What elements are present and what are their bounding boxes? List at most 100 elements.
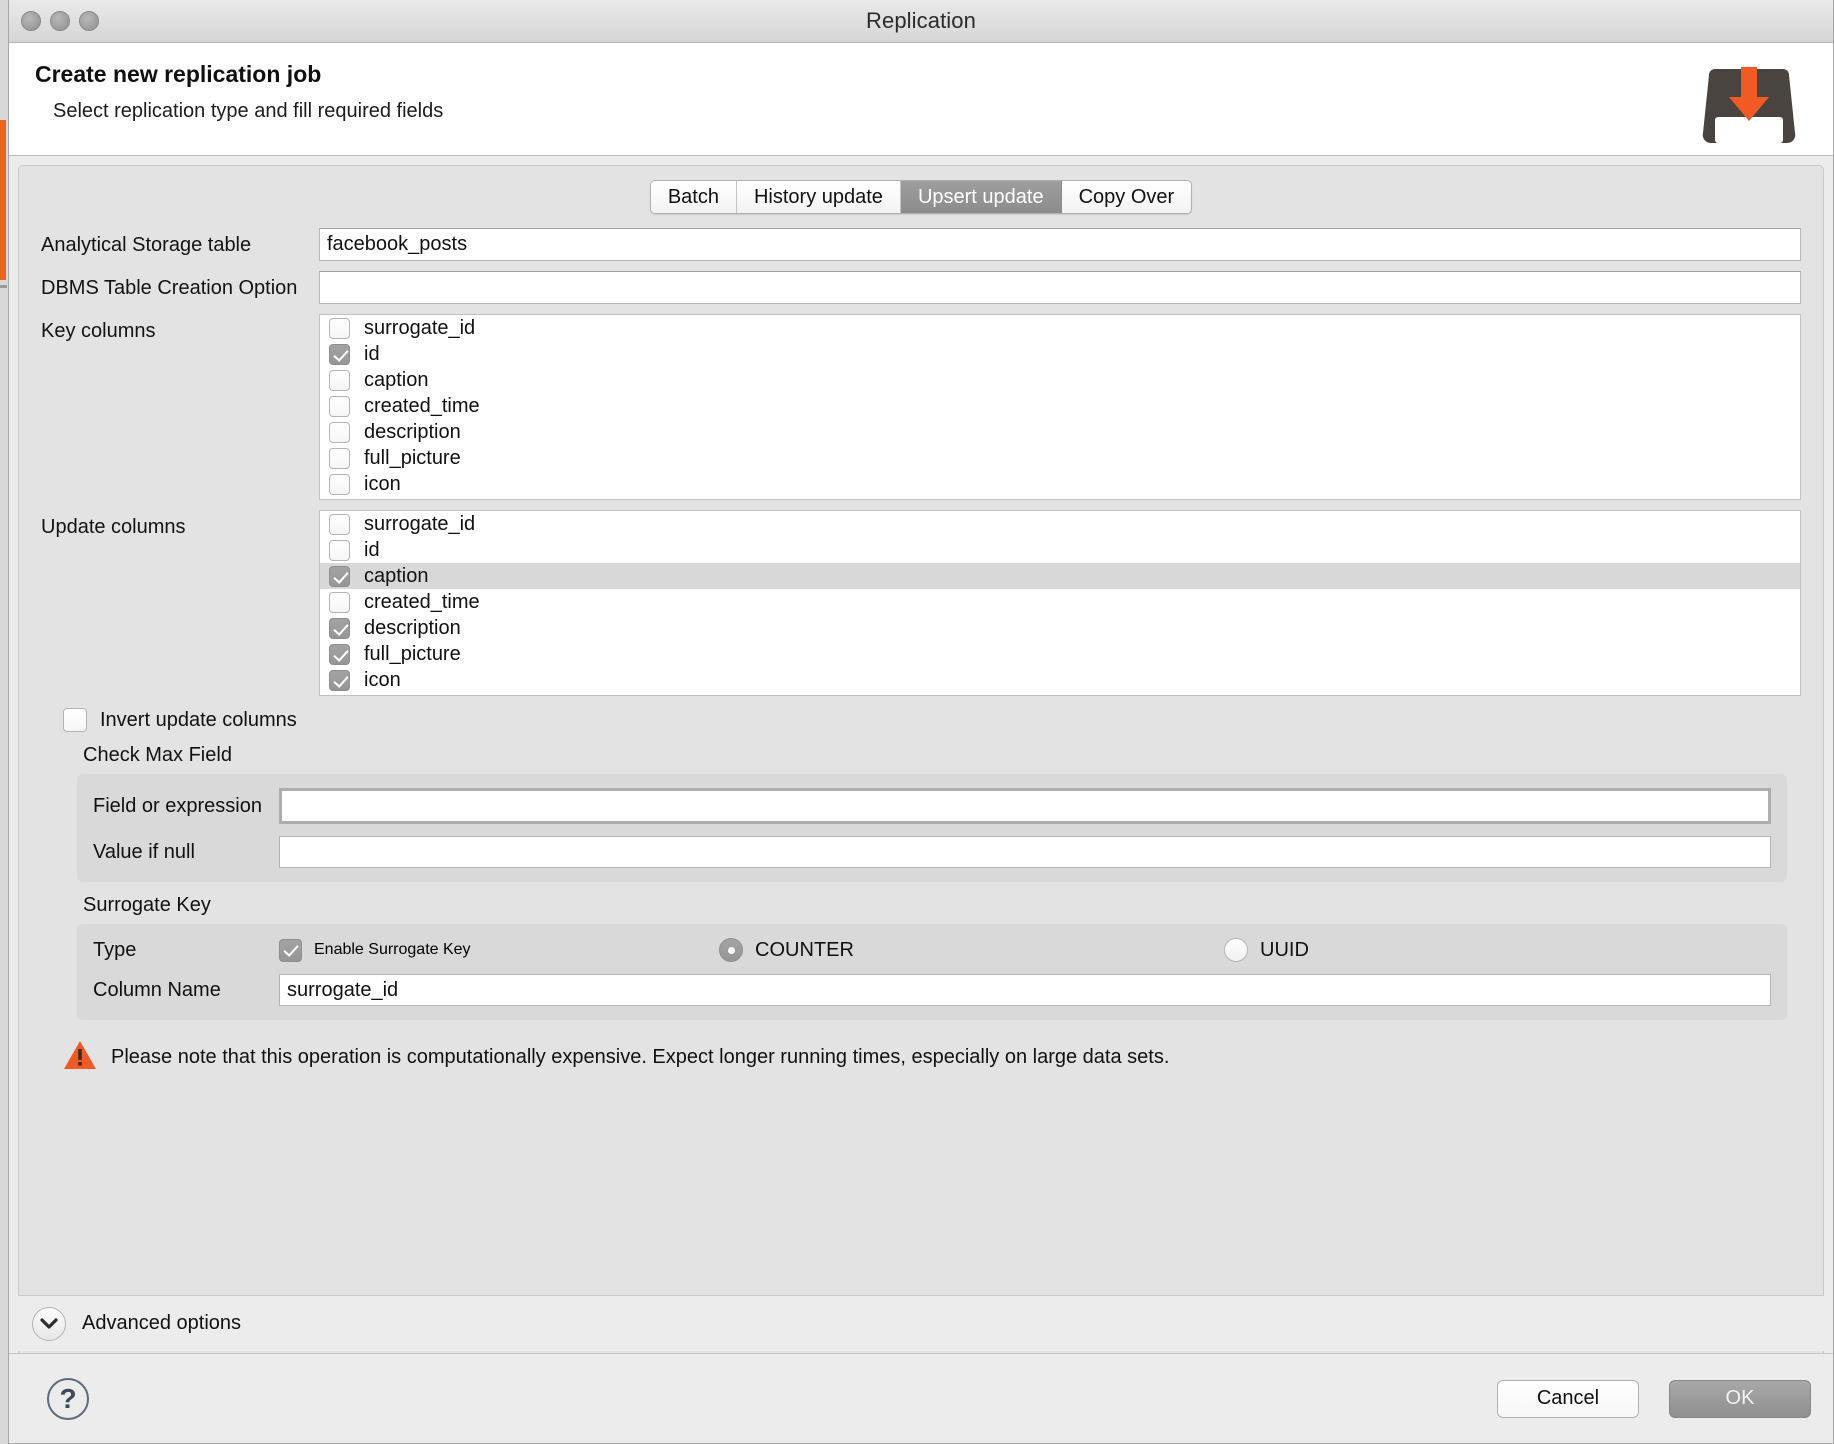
key-columns-label: Key columns [41, 320, 156, 342]
advanced-options-toggle[interactable]: Advanced options [18, 1295, 1824, 1351]
checkbox-icon[interactable] [329, 447, 350, 469]
checkbox-icon[interactable] [279, 938, 302, 962]
check-max-field-title: Check Max Field [83, 744, 232, 766]
enable-surrogate-key-label: Enable Surrogate Key [314, 941, 471, 958]
list-item[interactable]: id [320, 537, 1800, 563]
check-max-field-group: Field or expression Value if null [77, 774, 1787, 882]
list-item[interactable]: surrogate_id [320, 315, 1800, 341]
enable-surrogate-key-checkbox[interactable]: Enable Surrogate Key [279, 938, 719, 962]
row-field-or-expression: Field or expression [93, 788, 1771, 824]
surrogate-key-group: Type Enable Surrogate Key COUNTER UUID C… [77, 924, 1787, 1020]
field-or-expression-label: Field or expression [93, 794, 262, 817]
page-subtitle: Select replication type and fill require… [53, 100, 444, 122]
row-key-columns: Key columns surrogate_id id caption crea… [41, 314, 1801, 500]
invert-update-columns-label: Invert update columns [100, 708, 297, 731]
cancel-button[interactable]: Cancel [1497, 1379, 1639, 1418]
key-columns-list[interactable]: surrogate_id id caption created_time des… [319, 314, 1801, 500]
tab-bar: Batch History update Upsert update Copy … [31, 166, 1811, 214]
window-controls[interactable] [21, 11, 99, 31]
list-item[interactable]: created_time [320, 393, 1800, 419]
close-button-icon[interactable] [21, 11, 41, 31]
radio-counter-label: COUNTER [755, 938, 854, 961]
surrogate-key-title: Surrogate Key [83, 894, 211, 916]
zoom-button-icon[interactable] [79, 11, 99, 31]
update-columns-list[interactable]: surrogate_id id caption created_time des… [319, 510, 1801, 696]
list-item[interactable]: created_time [320, 589, 1800, 615]
row-column-name: Column Name [93, 974, 1771, 1006]
field-or-expression-input[interactable] [279, 788, 1771, 824]
radio-icon[interactable] [1224, 938, 1248, 962]
checkbox-icon[interactable] [63, 708, 87, 732]
checkbox-icon[interactable] [329, 317, 350, 339]
list-item[interactable]: full_picture [320, 641, 1800, 667]
chevron-down-icon[interactable] [32, 1306, 66, 1341]
radio-icon[interactable] [719, 938, 743, 962]
ok-button[interactable]: OK [1669, 1379, 1811, 1418]
checkbox-icon[interactable] [329, 500, 350, 501]
dialog-footer: ? Cancel OK [9, 1353, 1833, 1443]
list-item[interactable]: surrogate_id [320, 511, 1800, 537]
checkbox-icon[interactable] [329, 617, 350, 639]
background-orange-strip [0, 120, 6, 280]
list-item-label: description [364, 420, 461, 443]
background-divider [0, 285, 7, 288]
checkbox-icon[interactable] [329, 513, 350, 535]
tab-history-update[interactable]: History update [736, 181, 901, 213]
analytical-storage-table-label: Analytical Storage table [41, 234, 252, 256]
list-item[interactable]: id [320, 341, 1800, 367]
dialog-header: Create new replication job Select replic… [9, 43, 1833, 156]
list-item-label: caption [364, 564, 429, 587]
update-columns-label: Update columns [41, 516, 186, 538]
list-item-label: icon [364, 472, 401, 495]
list-item-label: icon [364, 668, 401, 691]
warning-triangle-icon [63, 1040, 97, 1075]
list-item[interactable]: description [320, 419, 1800, 445]
list-item-label: id [364, 538, 380, 561]
checkbox-icon[interactable] [329, 395, 350, 417]
analytical-storage-table-input[interactable] [319, 228, 1801, 261]
list-item[interactable]: icon [320, 471, 1800, 497]
dbms-table-creation-option-label: DBMS Table Creation Option [41, 277, 298, 299]
tab-copy-over[interactable]: Copy Over [1061, 181, 1192, 213]
dialog-body: Batch History update Upsert update Copy … [9, 156, 1833, 1443]
list-item-label: id [364, 342, 380, 365]
list-item[interactable]: caption [320, 563, 1800, 589]
list-item-partial[interactable] [320, 497, 1800, 501]
minimize-button-icon[interactable] [50, 11, 70, 31]
value-if-null-input[interactable] [279, 836, 1771, 868]
list-item-label: description [364, 616, 461, 639]
list-item-label: surrogate_id [364, 316, 476, 339]
tab-batch[interactable]: Batch [650, 181, 737, 213]
row-dbms-table-creation-option: DBMS Table Creation Option [41, 271, 1801, 304]
warning-text: Please note that this operation is compu… [111, 1046, 1170, 1068]
checkbox-icon[interactable] [329, 591, 350, 613]
row-analytical-storage-table: Analytical Storage table [41, 228, 1801, 261]
checkbox-icon[interactable] [329, 669, 350, 691]
value-if-null-label: Value if null [93, 840, 195, 863]
checkbox-icon[interactable] [329, 565, 350, 587]
row-surrogate-key-type: Type Enable Surrogate Key COUNTER UUID [93, 938, 1771, 962]
replication-dialog: Replication Create new replication job S… [8, 0, 1834, 1444]
tab-strip: Batch History update Upsert update Copy … [649, 180, 1193, 214]
column-name-input[interactable] [279, 974, 1771, 1006]
column-name-label: Column Name [93, 978, 221, 1001]
invert-update-columns-checkbox[interactable]: Invert update columns [63, 708, 1801, 732]
radio-uuid[interactable]: UUID [1224, 938, 1309, 962]
tab-upsert-update[interactable]: Upsert update [900, 181, 1062, 213]
checkbox-icon[interactable] [329, 473, 350, 495]
radio-counter[interactable]: COUNTER [719, 938, 1224, 962]
checkbox-icon[interactable] [329, 643, 350, 665]
checkbox-icon[interactable] [329, 343, 350, 365]
surrogate-key-type-label: Type [93, 938, 137, 961]
checkbox-icon[interactable] [329, 369, 350, 391]
help-button[interactable]: ? [47, 1377, 89, 1420]
checkbox-icon[interactable] [329, 539, 350, 561]
dbms-table-creation-option-input[interactable] [319, 271, 1801, 304]
list-item-label: surrogate_id [364, 512, 476, 535]
list-item[interactable]: icon [320, 667, 1800, 693]
list-item[interactable]: full_picture [320, 445, 1800, 471]
list-item-label: full_picture [364, 446, 461, 469]
list-item[interactable]: caption [320, 367, 1800, 393]
list-item[interactable]: description [320, 615, 1800, 641]
checkbox-icon[interactable] [329, 421, 350, 443]
